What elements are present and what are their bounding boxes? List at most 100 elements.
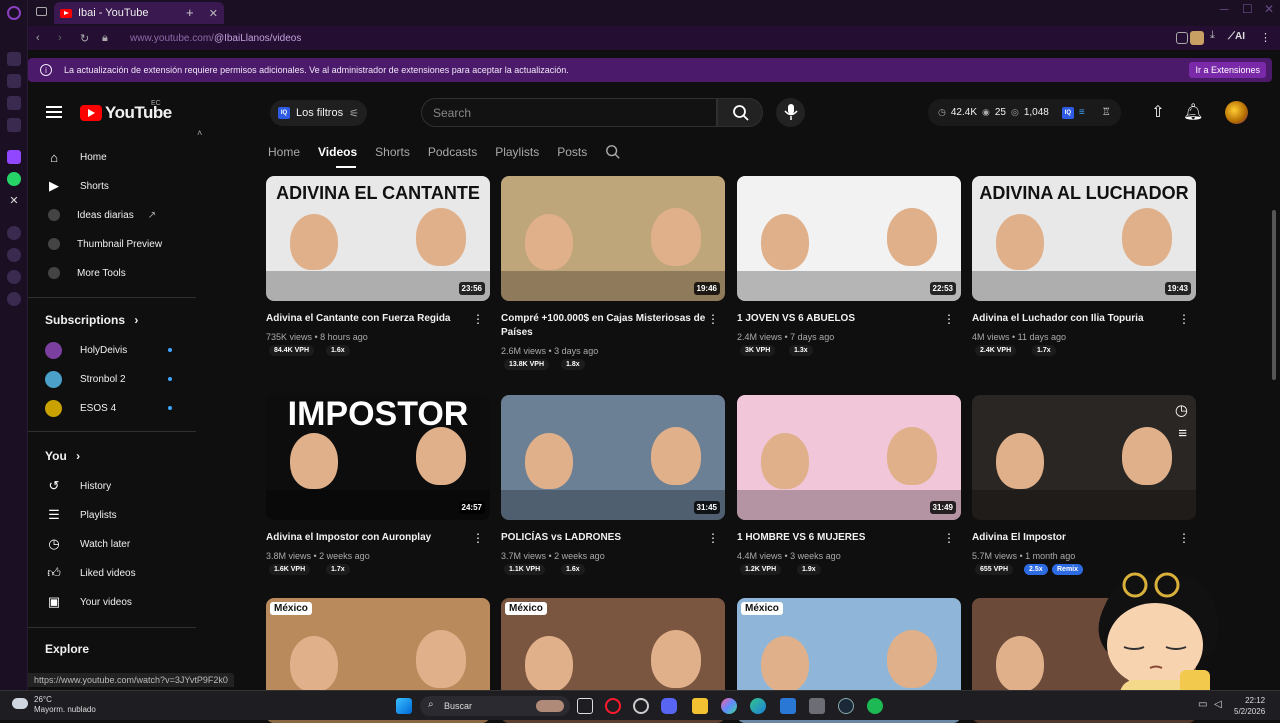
sidebar-app-icon[interactable] xyxy=(7,74,21,88)
opera-taskbar-icon[interactable] xyxy=(605,698,621,714)
menu-icon[interactable]: ⋮ xyxy=(1260,31,1271,44)
you-heading[interactable]: You › xyxy=(45,449,80,463)
tab-videos[interactable]: Videos xyxy=(318,145,357,159)
collapse-arrow-icon[interactable]: ˄ xyxy=(197,128,202,138)
video-thumbnail[interactable]: 19:46 xyxy=(501,176,725,301)
app-taskbar-icon[interactable] xyxy=(721,698,737,714)
window-minimize-icon[interactable]: ─ xyxy=(1220,2,1229,16)
sidebar-item-more-tools[interactable]: More Tools xyxy=(28,260,196,286)
tab-home[interactable]: Home xyxy=(268,145,300,159)
channel-stats-chip[interactable]: ◷ 42.4K ◉ 25 ◎ 1,048 IQ ≡ ♖ xyxy=(928,99,1121,126)
settings-icon[interactable] xyxy=(7,292,21,306)
hamburger-menu-icon[interactable] xyxy=(46,106,62,118)
sidebar-item-thumbnail-preview[interactable]: Thumbnail Preview xyxy=(28,231,196,257)
channel-search-icon[interactable] xyxy=(605,144,621,160)
tab-posts[interactable]: Posts xyxy=(557,145,587,159)
sidebar-item-liked[interactable]: 👍︎ Liked videos xyxy=(28,560,196,586)
x-icon[interactable]: ✕ xyxy=(7,194,21,208)
tab-close-icon[interactable]: ✕ xyxy=(209,7,218,20)
ai-button[interactable]: ⟋AI xyxy=(1228,31,1245,42)
profile-extension-icon[interactable] xyxy=(1190,31,1204,45)
whatsapp-icon[interactable] xyxy=(7,172,21,186)
video-title[interactable]: 1 HOMBRE VS 6 MUJERES xyxy=(737,531,942,545)
more-options-icon[interactable]: ⋮ xyxy=(472,312,484,326)
more-options-icon[interactable]: ⋮ xyxy=(1178,531,1190,545)
taskbar-search[interactable]: ⌕ Buscar xyxy=(420,696,570,716)
add-to-queue-icon[interactable]: ≡ xyxy=(1178,425,1187,442)
app-taskbar-icon[interactable] xyxy=(633,698,649,714)
window-close-icon[interactable]: ✕ xyxy=(1264,2,1274,16)
video-thumbnail[interactable]: IMPOSTOR 24:57 xyxy=(266,395,490,520)
file-explorer-icon[interactable] xyxy=(692,698,708,714)
wifi-icon[interactable]: ▭ xyxy=(1198,699,1207,710)
browser-tab[interactable]: Ibai - YouTube ✕ xyxy=(54,2,224,24)
discord-taskbar-icon[interactable] xyxy=(661,698,677,714)
extension-icon[interactable] xyxy=(1176,32,1188,44)
windows-start-icon[interactable] xyxy=(396,698,412,714)
sidebar-app-icon[interactable] xyxy=(7,118,21,132)
video-thumbnail[interactable]: 31:49 xyxy=(737,395,961,520)
sidebar-item-shorts[interactable]: ▶ Shorts xyxy=(28,173,196,199)
search-input[interactable]: Search xyxy=(421,98,717,127)
more-options-icon[interactable]: ⋮ xyxy=(943,312,955,326)
video-title[interactable]: Adivina el Impostor con Auronplay xyxy=(266,531,471,545)
more-options-icon[interactable]: ⋮ xyxy=(707,312,719,326)
page-scrollbar[interactable] xyxy=(1272,210,1276,380)
sidebar-item-your-videos[interactable]: ▣ Your videos xyxy=(28,589,196,615)
notifications-icon[interactable]: 🔔︎ xyxy=(1183,103,1203,123)
subscription-item[interactable]: ESOS 4 xyxy=(28,395,196,421)
list-icon[interactable]: ≡ xyxy=(1079,107,1085,118)
mail-taskbar-icon[interactable] xyxy=(780,698,796,714)
sidebar-app-icon[interactable] xyxy=(7,270,21,284)
tab-podcasts[interactable]: Podcasts xyxy=(428,145,477,159)
video-title[interactable]: Compré +100.000$ en Cajas Misteriosas de… xyxy=(501,312,706,340)
video-thumbnail[interactable]: 31:45 xyxy=(501,395,725,520)
more-options-icon[interactable]: ⋮ xyxy=(472,531,484,545)
workspace-icon[interactable] xyxy=(36,7,47,16)
filters-chip[interactable]: IQ Los filtros ⚟ xyxy=(270,100,367,126)
back-icon[interactable]: ‹ xyxy=(36,32,50,44)
more-options-icon[interactable]: ⋮ xyxy=(943,531,955,545)
go-to-extensions-button[interactable]: Ir a Extensiones xyxy=(1189,62,1266,78)
sidebar-app-icon[interactable] xyxy=(7,52,21,66)
tab-playlists[interactable]: Playlists xyxy=(495,145,539,159)
twitch-icon[interactable] xyxy=(7,150,21,164)
sidebar-item-home[interactable]: ⌂ Home xyxy=(28,144,196,170)
spotify-taskbar-icon[interactable] xyxy=(867,698,883,714)
sidebar-app-icon[interactable] xyxy=(7,248,21,262)
window-maximize-icon[interactable]: ☐ xyxy=(1242,2,1253,16)
trophy-icon[interactable]: ♖ xyxy=(1102,107,1111,118)
upload-icon[interactable]: ⇧ xyxy=(1148,103,1168,123)
subscription-item[interactable]: Stronbol 2 xyxy=(28,366,196,392)
subscriptions-heading[interactable]: Subscriptions › xyxy=(45,313,138,327)
url-field[interactable]: www.youtube.com/@IbaiLlanos/videos xyxy=(130,33,301,44)
sidebar-app-icon[interactable] xyxy=(7,96,21,110)
video-thumbnail[interactable]: ADIVINA AL LUCHADOR 19:43 xyxy=(972,176,1196,301)
remix-badge[interactable]: Remix xyxy=(1052,564,1084,575)
video-title[interactable]: Adivina el Luchador con Ilia Topuria xyxy=(972,312,1177,326)
video-thumbnail[interactable]: ◷ ≡ xyxy=(972,395,1196,520)
sidebar-item-ideas[interactable]: Ideas diarias ↗ xyxy=(28,202,196,228)
sidebar-item-history[interactable]: ↺ History xyxy=(28,473,196,499)
video-title[interactable]: POLICÍAS vs LADRONES xyxy=(501,531,706,545)
youtube-logo[interactable]: YouTube EC xyxy=(80,100,172,123)
steam-taskbar-icon[interactable] xyxy=(838,698,854,714)
video-thumbnail[interactable]: ADIVINA EL CANTANTE 23:56 xyxy=(266,176,490,301)
sidebar-item-watch-later[interactable]: ◷ Watch later xyxy=(28,531,196,557)
iq-badge-icon[interactable]: IQ xyxy=(1061,106,1074,119)
task-view-icon[interactable] xyxy=(577,698,593,714)
voice-search-button[interactable] xyxy=(776,98,805,127)
subscription-item[interactable]: HolyDeivis xyxy=(28,337,196,363)
more-options-icon[interactable]: ⋮ xyxy=(1178,312,1190,326)
video-title[interactable]: Adivina el Cantante con Fuerza Regida xyxy=(266,312,471,326)
volume-icon[interactable]: ◁ xyxy=(1214,699,1222,710)
weather-icon[interactable] xyxy=(12,698,28,709)
video-thumbnail[interactable]: 22:53 xyxy=(737,176,961,301)
tab-shorts[interactable]: Shorts xyxy=(375,145,410,159)
video-title[interactable]: Adivina El Impostor xyxy=(972,531,1177,545)
store-taskbar-icon[interactable] xyxy=(809,698,825,714)
download-icon[interactable]: ⤓ xyxy=(1210,29,1215,42)
weather-widget[interactable]: 26°C Mayorm. nublado xyxy=(34,695,96,715)
reload-icon[interactable]: ↻ xyxy=(80,32,94,45)
search-button[interactable] xyxy=(717,98,763,127)
